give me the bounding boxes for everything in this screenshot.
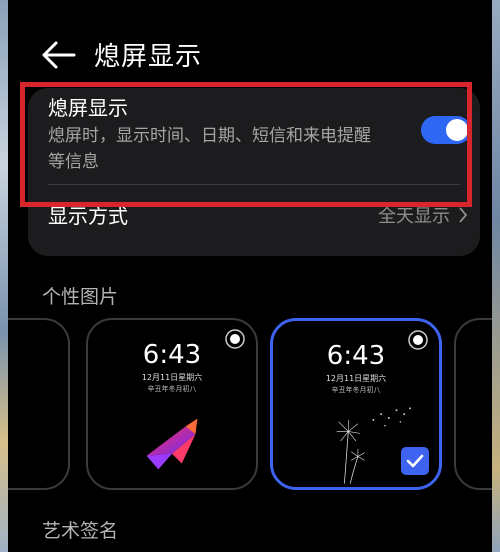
dandelion-art [336, 407, 412, 484]
clock-lunar-date: 辛丑年冬月初八 [331, 386, 381, 394]
back-arrow-icon[interactable] [38, 38, 78, 72]
origami-bird-art [146, 418, 198, 470]
wallpaper-thumb-partial-left[interactable] [8, 318, 70, 490]
phone-screen: 熄屏显示 熄屏显示 熄屏时，显示时间、日期、短信和来电提醒等信息 显示方式 全天… [8, 0, 492, 552]
chevron-right-icon [459, 207, 468, 223]
clock-date: 12月11日星期六 [325, 374, 387, 383]
header: 熄屏显示 [8, 30, 492, 80]
wallpaper-thumb-partial-right[interactable] [454, 318, 492, 490]
clock-lunar-date: 辛丑年冬月初八 [147, 385, 197, 393]
section-title-personal-pictures: 个性图片 [42, 286, 119, 308]
red-highlight-box [20, 82, 472, 207]
page-title: 熄屏显示 [94, 42, 203, 72]
photo-background-right [492, 0, 500, 552]
clock-time: 6:43 [326, 341, 386, 371]
photo-background-left [0, 0, 8, 552]
clock-date: 12月11日星期六 [141, 373, 203, 382]
checkmark-icon [401, 447, 429, 475]
section-title-art-signature: 艺术签名 [42, 520, 119, 542]
wallpaper-thumb-bird[interactable]: 6:43 12月11日星期六 辛丑年冬月初八 [86, 318, 258, 490]
wallpaper-thumb-dandelion[interactable]: 6:43 12月11日星期六 辛丑年冬月初八 [270, 318, 442, 490]
clock-time: 6:43 [142, 340, 202, 370]
